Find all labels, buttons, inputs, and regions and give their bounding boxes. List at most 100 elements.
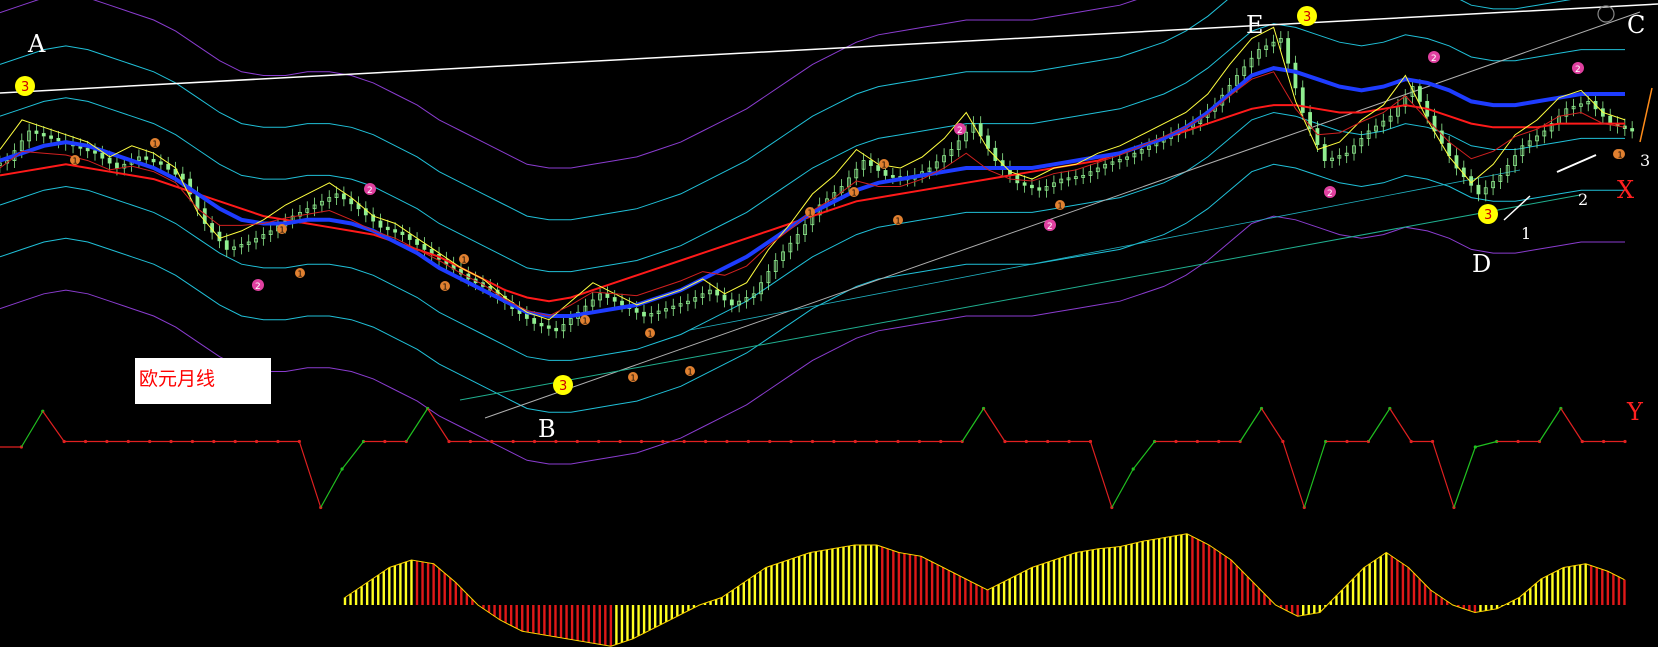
marker-1-label: 1 — [852, 189, 857, 198]
wave-label-c: C — [1627, 11, 1645, 39]
candle-body — [993, 147, 998, 161]
candle-body — [93, 150, 97, 154]
candle-body — [868, 160, 873, 166]
moving-averages — [0, 26, 1626, 321]
oscillator-segment — [1239, 408, 1263, 442]
candle-body — [978, 123, 983, 137]
marker-2-label: 2 — [367, 186, 373, 196]
candle-body — [1315, 128, 1320, 145]
candle-body — [1037, 187, 1042, 191]
marker-big-3-label: 3 — [1484, 208, 1492, 223]
marker-1-label: 1 — [1058, 202, 1063, 211]
candle-body — [883, 170, 888, 176]
candle-body — [166, 163, 171, 170]
oscillator-panel — [0, 406, 1627, 510]
wave-label-2: 2 — [1578, 190, 1588, 209]
envelope-band-0 — [0, 23, 1625, 273]
candle-body — [605, 293, 610, 298]
candle-body — [1417, 86, 1422, 102]
candle-body — [349, 198, 354, 205]
marker-1-label: 1 — [648, 330, 653, 339]
marker-1-label: 1 — [808, 209, 813, 218]
candle-body — [876, 165, 881, 171]
candle-body — [634, 308, 639, 313]
marker-1-label: 1 — [73, 157, 78, 166]
marker-1-label: 1 — [688, 368, 693, 377]
oscillator-segment — [1303, 441, 1327, 508]
marker-2-label: 2 — [1431, 54, 1437, 64]
candle-body — [158, 161, 163, 165]
marker-big-3-label: 3 — [559, 379, 567, 394]
candle-body — [539, 322, 544, 327]
c-point-marker — [1597, 5, 1615, 23]
candle-body — [612, 297, 617, 302]
wave-label-y: Y — [1626, 398, 1644, 426]
marker-1-label: 1 — [583, 317, 588, 326]
candle-body — [546, 325, 551, 329]
histogram-panel — [343, 533, 1626, 647]
oscillator-segment — [1282, 441, 1305, 508]
oscillator-segment — [1367, 408, 1391, 442]
candle-body — [986, 135, 990, 149]
oscillator-segment — [1132, 441, 1156, 470]
wave-stroke-3 — [1639, 87, 1653, 143]
oscillator-segment — [1089, 441, 1113, 508]
marker-1-label: 1 — [462, 256, 467, 265]
candle-body — [85, 147, 90, 152]
envelope-band-4 — [0, 0, 1137, 169]
marker-1-label: 1 — [1618, 151, 1623, 160]
ma-yellow-line — [0, 26, 1626, 321]
oscillator-segment — [320, 468, 343, 508]
candle-body — [34, 130, 39, 134]
marker-2-label: 2 — [1047, 222, 1053, 232]
marker-1-label: 1 — [153, 140, 158, 149]
oscillator-segment — [1431, 441, 1455, 508]
marker-1-label: 1 — [631, 374, 636, 383]
chart-title: 欧元月线 — [139, 368, 216, 390]
candle-body — [341, 193, 346, 200]
envelope-band-5 — [0, 215, 1625, 465]
wave-label-d: D — [1472, 250, 1491, 278]
marker-2-label: 2 — [1575, 65, 1581, 75]
oscillator-segment — [1560, 408, 1583, 442]
candle-body — [1286, 38, 1291, 64]
candle-body — [115, 162, 119, 169]
wave-label-x: X — [1617, 176, 1634, 204]
candle-body — [715, 289, 720, 296]
marker-1-label: 1 — [298, 270, 303, 279]
trendline-mid — [689, 169, 1521, 331]
candle-body — [1447, 142, 1452, 157]
candle-body — [415, 239, 419, 245]
candle-body — [620, 300, 624, 306]
oscillator-segment — [1261, 408, 1284, 442]
marker-2-label: 2 — [1327, 189, 1333, 199]
wave-stroke-2 — [1556, 154, 1597, 173]
candle-body — [144, 156, 149, 160]
wave-label-1: 1 — [1521, 224, 1531, 243]
oscillator-segment — [1389, 408, 1412, 442]
candle-body — [1015, 174, 1020, 184]
candle-body — [729, 299, 734, 306]
wave-label-b: B — [538, 415, 556, 443]
oscillator-segment — [20, 410, 44, 448]
candle-body — [107, 157, 112, 164]
oscillator-point — [1623, 439, 1627, 444]
wave-label-3: 3 — [1640, 151, 1650, 170]
candle-body — [151, 158, 156, 163]
candle-body — [393, 229, 398, 233]
marker-1-label: 1 — [280, 226, 285, 235]
marker-1-label: 1 — [443, 283, 448, 292]
candle-body — [41, 133, 46, 137]
oscillator-segment — [961, 408, 985, 442]
trendline-low — [459, 194, 1581, 401]
wave-label-e: E — [1246, 11, 1264, 39]
candle-body — [49, 135, 53, 139]
candle-body — [224, 240, 229, 250]
candle-body — [722, 294, 727, 301]
candle-body — [642, 311, 646, 317]
candle-body — [1300, 87, 1305, 113]
envelope-band-1 — [0, 111, 1625, 361]
candle-body — [422, 244, 427, 250]
oscillator-segment — [298, 441, 322, 508]
oscillator-segment — [405, 408, 429, 442]
